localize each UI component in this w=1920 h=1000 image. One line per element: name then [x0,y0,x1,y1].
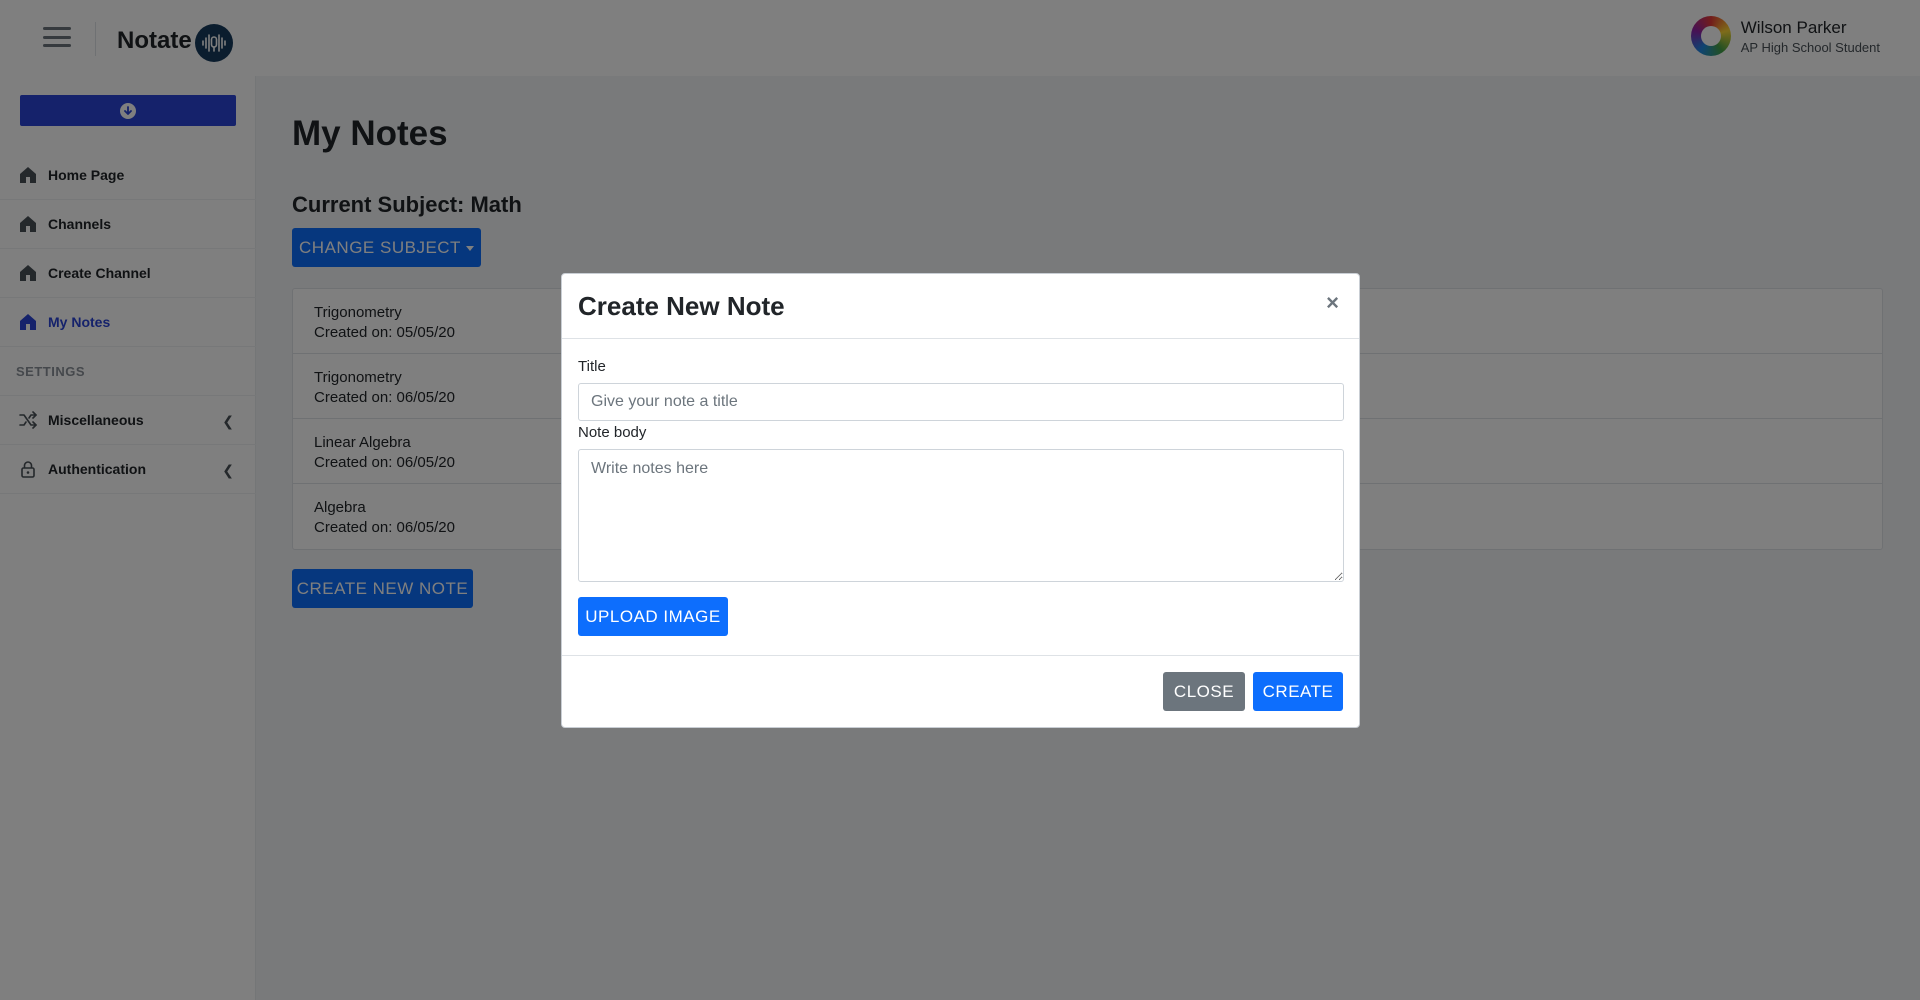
create-note-modal: Create New Note × Title Note body UPLOAD… [561,273,1360,728]
note-body-textarea[interactable] [578,449,1344,582]
title-input[interactable] [578,383,1344,421]
close-icon[interactable]: × [1326,292,1339,314]
modal-footer: CLOSE CREATE [562,655,1359,728]
note-body-label: Note body [578,424,647,441]
modal-title: Create New Note [578,291,785,321]
close-button[interactable]: CLOSE [1163,672,1245,711]
create-button[interactable]: CREATE [1253,672,1343,711]
modal-header: Create New Note × [562,274,1359,339]
title-label: Title [578,358,606,375]
upload-image-button[interactable]: UPLOAD IMAGE [578,597,728,636]
